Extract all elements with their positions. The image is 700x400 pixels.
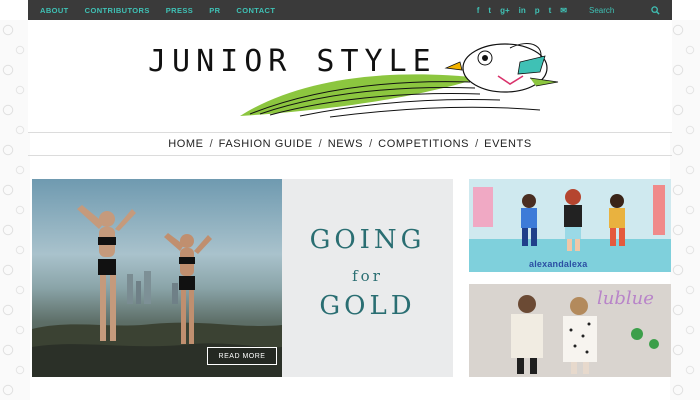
hero-feature[interactable]: READ MORE GOING for GOLD (32, 179, 453, 377)
feature-tile-alexandalexa[interactable]: alexandalexa (469, 179, 671, 272)
hero-title-line-3: GOLD (319, 291, 416, 321)
site-header: JUNIOR STYLE (28, 20, 672, 132)
top-links: ABOUT CONTRIBUTORS PRESS PR CONTACT (40, 6, 275, 15)
search-icon[interactable] (651, 5, 660, 15)
tile-brand-label: alexandalexa (529, 259, 588, 269)
hero-title-panel[interactable]: GOING for GOLD (282, 179, 453, 377)
hero-photo[interactable]: READ MORE (32, 179, 282, 377)
social-icons: f t g+ in p t ✉ (477, 6, 567, 15)
top-link-about[interactable]: ABOUT (40, 6, 69, 15)
read-more-button[interactable]: READ MORE (207, 347, 277, 365)
top-link-contact[interactable]: CONTACT (236, 6, 275, 15)
top-link-press[interactable]: PRESS (166, 6, 193, 15)
feature-tile-lublue[interactable]: lublue (469, 284, 671, 377)
tumblr-icon[interactable]: t (549, 6, 552, 15)
email-icon[interactable]: ✉ (560, 6, 567, 15)
top-bar: ABOUT CONTRIBUTORS PRESS PR CONTACT f t … (28, 0, 672, 20)
facebook-icon[interactable]: f (477, 6, 480, 15)
hero-title-line-2: for (352, 267, 383, 285)
nav-item-home[interactable]: HOME (162, 138, 209, 150)
google-plus-icon[interactable]: g+ (500, 6, 510, 15)
tile-brand-label: lublue (597, 288, 654, 309)
hero-title-line-1: GOING (309, 225, 426, 255)
left-doodle-pattern (0, 20, 30, 400)
right-doodle-pattern (670, 20, 700, 400)
main-nav: HOME / FASHION GUIDE / NEWS / COMPETITIO… (28, 132, 672, 156)
pinterest-icon[interactable]: p (535, 6, 540, 15)
linkedin-icon[interactable]: in (519, 6, 526, 15)
nav-item-events[interactable]: EVENTS (478, 138, 538, 150)
twitter-icon[interactable]: t (488, 6, 491, 15)
top-link-contributors[interactable]: CONTRIBUTORS (85, 6, 150, 15)
nav-item-fashion-guide[interactable]: FASHION GUIDE (213, 138, 319, 150)
nav-item-news[interactable]: NEWS (322, 138, 369, 150)
search-input[interactable] (589, 5, 625, 15)
top-link-pr[interactable]: PR (209, 6, 220, 15)
site-logo-text[interactable]: JUNIOR STYLE (148, 44, 437, 79)
search-area (589, 5, 660, 15)
nav-item-competitions[interactable]: COMPETITIONS (372, 138, 475, 150)
